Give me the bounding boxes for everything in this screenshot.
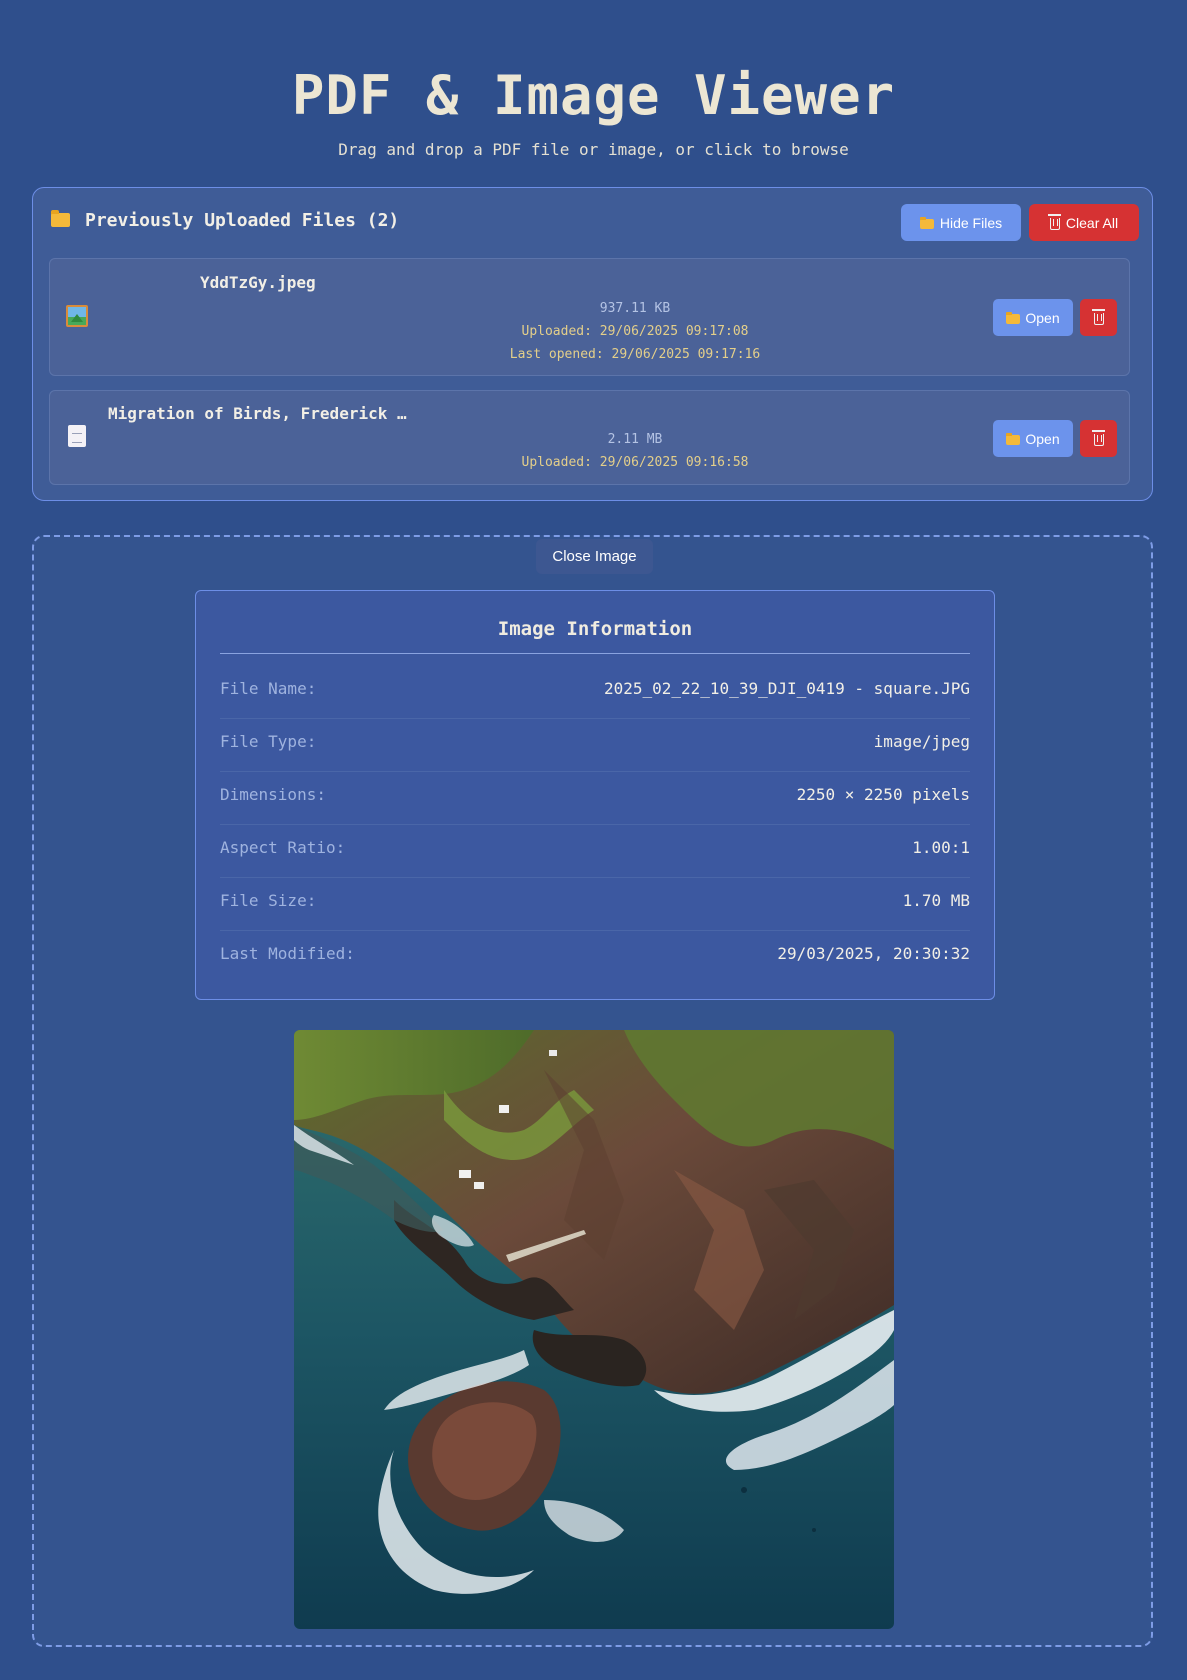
image-information-title: Image Information (497, 618, 693, 640)
folder-icon (1006, 311, 1021, 324)
file-meta: 937.11 KB Uploaded: 29/06/2025 09:17:08 … (500, 297, 770, 366)
file-size: 937.11 KB (599, 301, 671, 316)
file-item: Migration of Birds, Frederick … 2.11 MB … (49, 390, 1130, 485)
open-file-button[interactable]: Open (993, 420, 1073, 457)
info-label: File Type: (220, 732, 317, 751)
image-viewer[interactable]: Close Image Image Information File Name:… (32, 535, 1153, 1647)
file-size: 2.11 MB (607, 432, 663, 447)
delete-file-button[interactable] (1080, 299, 1117, 336)
hide-files-button[interactable]: Hide Files (901, 204, 1021, 241)
trash-icon (1091, 430, 1105, 446)
info-row-file-name: File Name: 2025_02_22_10_39_DJI_0419 - s… (220, 666, 970, 719)
open-file-button[interactable]: Open (993, 299, 1073, 336)
hide-files-label: Hide Files (939, 214, 1003, 231)
file-name: YddTzGy.jpeg (200, 273, 316, 292)
uploaded-files-panel: Previously Uploaded Files (2) Hide Files… (32, 187, 1153, 501)
info-value: 2250 × 2250 pixels (796, 785, 970, 804)
info-label: File Size: (220, 891, 317, 910)
info-label: Last Modified: (220, 944, 355, 963)
info-row-aspect-ratio: Aspect Ratio: 1.00:1 (220, 825, 970, 878)
open-label: Open (1025, 309, 1060, 326)
file-item: YddTzGy.jpeg 937.11 KB Uploaded: 29/06/2… (49, 258, 1130, 376)
open-label: Open (1025, 430, 1060, 447)
page-title: PDF & Image Viewer (291, 64, 896, 127)
image-information-card: Image Information File Name: 2025_02_22_… (195, 590, 995, 1000)
info-value: 1.70 MB (902, 891, 970, 910)
info-label: File Name: (220, 679, 317, 698)
info-value: 1.00:1 (912, 838, 970, 857)
info-row-dimensions: Dimensions: 2250 × 2250 pixels (220, 772, 970, 825)
trash-icon (1091, 309, 1105, 325)
info-value: 2025_02_22_10_39_DJI_0419 - square.JPG (603, 679, 970, 698)
info-label: Dimensions: (220, 785, 326, 804)
info-value: image/jpeg (873, 732, 970, 751)
file-uploaded-date: Uploaded: 29/06/2025 09:16:58 (521, 455, 749, 470)
info-row-file-type: File Type: image/jpeg (220, 719, 970, 772)
aerial-coastline-image (294, 1030, 894, 1629)
trash-icon (1047, 214, 1061, 230)
file-name: Migration of Birds, Frederick … (108, 404, 407, 423)
info-value: 29/03/2025, 20:30:32 (777, 944, 970, 963)
document-icon (66, 425, 90, 449)
divider (220, 653, 970, 654)
folder-icon (1006, 432, 1021, 445)
info-row-file-size: File Size: 1.70 MB (220, 878, 970, 931)
page-subtitle: Drag and drop a PDF file or image, or cl… (338, 140, 849, 159)
file-uploaded-date: Uploaded: 29/06/2025 09:17:08 (521, 324, 749, 339)
folder-icon (919, 216, 934, 229)
close-image-button[interactable]: Close Image (536, 539, 653, 574)
file-meta: 2.11 MB Uploaded: 29/06/2025 09:16:58 (500, 428, 770, 474)
image-icon (66, 305, 90, 329)
folder-icon (51, 210, 75, 231)
clear-all-button[interactable]: Clear All (1029, 204, 1139, 241)
info-label: Aspect Ratio: (220, 838, 346, 857)
file-last-opened-date: Last opened: 29/06/2025 09:17:16 (509, 347, 761, 362)
info-row-last-modified: Last Modified: 29/03/2025, 20:30:32 (220, 931, 970, 984)
uploaded-files-title: Previously Uploaded Files (2) (85, 210, 400, 231)
delete-file-button[interactable] (1080, 420, 1117, 457)
clear-all-label: Clear All (1065, 214, 1119, 231)
